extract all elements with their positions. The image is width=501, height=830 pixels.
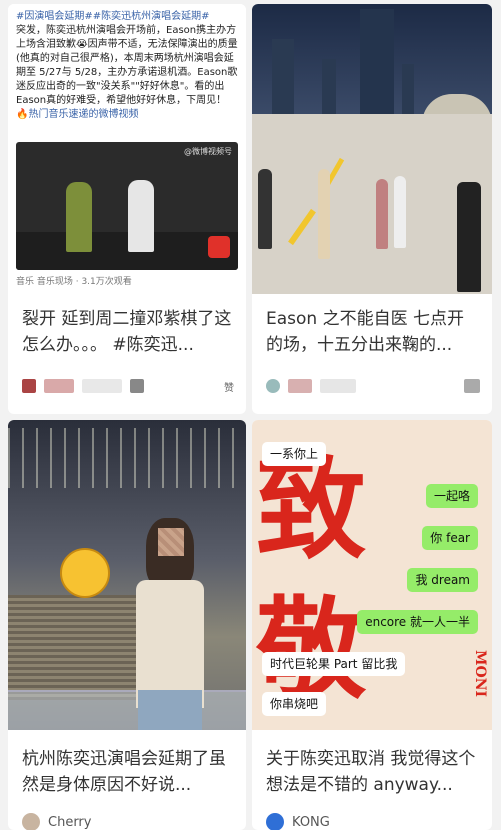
- note-cover-image[interactable]: [252, 4, 492, 294]
- note-card-1[interactable]: #因演唱会延期##陈奕迅杭州演唱会延期# 突发，陈奕迅杭州演唱会开场前，Easo…: [8, 4, 246, 414]
- weibo-hashtags: #因演唱会延期##陈奕迅杭州演唱会延期#: [16, 11, 210, 22]
- poster-side-text: MONI: [472, 650, 488, 698]
- weibo-body: 突发，陈奕迅杭州演唱会开场前，Eason携主办方上场含泪致歉😭因声带不适，无法保…: [16, 25, 238, 106]
- weibo-video-link: 🔥热门音乐速递的微博视频: [16, 109, 139, 120]
- note-meta: [266, 376, 480, 396]
- pedestrian: [394, 176, 406, 248]
- note-title[interactable]: 杭州陈奕迅演唱会延期了虽然是身体原因不好说...: [22, 746, 234, 798]
- avatar[interactable]: [22, 813, 40, 830]
- note-card-4[interactable]: 致敬 MONI 一系你上 一起咯 你 fear 我 dream encore 就…: [252, 420, 492, 830]
- author-name-blurred: [44, 379, 74, 393]
- stage: [16, 232, 238, 270]
- pedestrian: [457, 182, 481, 292]
- note-title[interactable]: Eason 之不能自医 七点开的场，十五分出来鞠的...: [266, 306, 480, 358]
- blurred-block: [82, 379, 122, 393]
- weibo-video-thumbnail: @微博视频号: [16, 142, 238, 270]
- person-legs: [138, 690, 202, 730]
- note-card-2[interactable]: Eason 之不能自医 七点开的场，十五分出来鞠的...: [252, 4, 492, 414]
- note-cover-image[interactable]: [8, 420, 246, 730]
- weibo-post-text: #因演唱会延期##陈奕迅杭州演唱会延期# 突发，陈奕迅杭州演唱会开场前，Easo…: [16, 10, 238, 122]
- note-meta: KONG: [266, 812, 480, 830]
- chat-bubble: 我 dream: [407, 568, 478, 592]
- note-card-3[interactable]: 杭州陈奕迅演唱会延期了虽然是身体原因不好说... Cherry: [8, 420, 246, 830]
- chat-bubble: encore 就一人一半: [357, 610, 478, 634]
- pedestrian: [258, 169, 272, 249]
- note-meta: Cherry: [22, 812, 234, 830]
- pedestrian: [376, 179, 388, 249]
- poster-characters: 致敬: [256, 445, 366, 714]
- blurred-block: [130, 379, 144, 393]
- chat-bubble: 你串烧吧: [262, 692, 327, 716]
- person-figure: [66, 182, 92, 252]
- person-figure: [128, 180, 154, 252]
- emoji-sticker-icon: [60, 548, 110, 598]
- chat-bubble: 时代巨轮果 Part 留比我: [262, 652, 406, 676]
- avatar[interactable]: [22, 379, 36, 393]
- face-blur: [158, 528, 184, 556]
- pedestrian: [318, 169, 330, 259]
- author-name[interactable]: KONG: [292, 815, 330, 830]
- like-count[interactable]: 赞: [224, 379, 234, 394]
- avatar[interactable]: [266, 813, 284, 830]
- stage-lights: [8, 428, 246, 488]
- avatar[interactable]: [266, 379, 280, 393]
- blurred-block: [320, 379, 356, 393]
- blurred-block: [464, 379, 480, 393]
- video-watermark: @微博视频号: [184, 147, 232, 156]
- note-title[interactable]: 裂开 延到周二撞邓紫棋了这怎么办。。。 #陈奕迅...: [22, 306, 234, 358]
- note-cover-image[interactable]: 致敬 MONI 一系你上 一起咯 你 fear 我 dream encore 就…: [252, 420, 492, 730]
- play-badge-icon: [208, 236, 230, 258]
- walkway: [252, 114, 492, 294]
- video-meta: 音乐 音乐现场 · 3.1万次观看: [16, 277, 132, 287]
- chat-bubble: 一起咯: [425, 484, 478, 508]
- author-name-blurred: [288, 379, 312, 393]
- note-title[interactable]: 关于陈奕迅取消 我觉得这个想法是不错的 anyway...: [266, 746, 480, 798]
- person-body: [136, 580, 204, 708]
- glass-railing: [8, 690, 246, 730]
- chat-bubble: 一系你上: [262, 442, 327, 466]
- author-name[interactable]: Cherry: [48, 815, 91, 830]
- note-cover-image[interactable]: #因演唱会延期##陈奕迅杭州演唱会延期# 突发，陈奕迅杭州演唱会开场前，Easo…: [8, 4, 246, 294]
- chat-bubble: 你 fear: [422, 526, 478, 550]
- note-meta: 赞: [22, 376, 234, 396]
